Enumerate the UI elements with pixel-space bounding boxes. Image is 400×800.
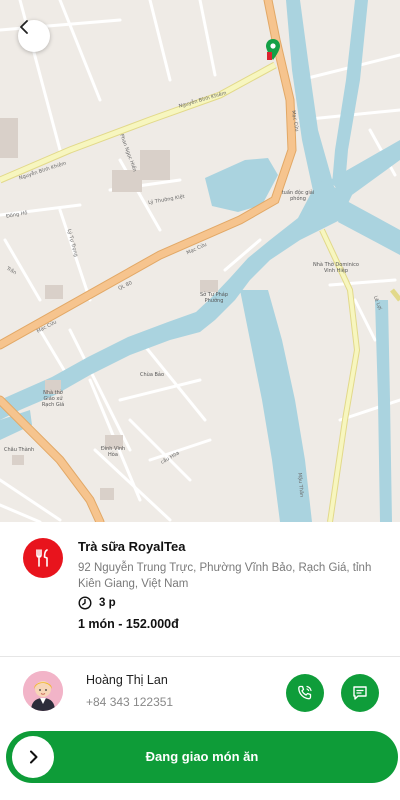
delivery-screen: Nguyễn Bỉnh Khiêm Nguyễn Bỉnh Khiêm Mạc … [0,0,400,800]
map-canvas [0,0,400,522]
slider-handle[interactable] [12,736,54,778]
eta-row: 3 p [78,596,116,610]
map-label-poi: tuấn độc giải phóng [281,190,315,202]
customer-name: Hoàng Thị Lan [86,673,168,687]
chat-icon [353,686,367,700]
eta-text: 3 p [99,597,116,609]
order-summary: 1 món - 152.000đ [78,617,179,631]
phone-call-icon [298,685,312,700]
map-label-poi: Nhà Thờ Dominico Vinh Hiệp [313,262,359,274]
delivery-map[interactable]: Nguyễn Bỉnh Khiêm Nguyễn Bỉnh Khiêm Mạc … [0,0,400,522]
restaurant-logo [23,538,63,578]
chevron-left-icon [20,20,28,34]
order-sheet: Trà sữa RoyalTea 92 Nguyễn Trung Trực, P… [0,522,400,800]
restaurant-name: Trà sữa RoyalTea [78,539,186,554]
map-label-poi: Đình Vĩnh Hòa [100,446,126,458]
delivery-status-label: Đang giao món ăn [145,749,259,764]
map-label-poi: Chùa Bảo [140,372,165,378]
customer-section: Hoàng Thị Lan +84 343 122351 [0,657,400,729]
restaurant-section: Trà sữa RoyalTea 92 Nguyễn Trung Trực, P… [0,522,400,656]
customer-phone: +84 343 122351 [86,695,174,709]
back-button[interactable] [18,20,50,52]
chat-button[interactable] [341,674,379,712]
fork-knife-icon [36,549,48,567]
map-label-poi: Nhà thờ Giáo xứ Rạch Giá [41,390,65,408]
delivery-status-slider[interactable]: Đang giao món ăn [6,731,398,783]
avatar [23,671,63,711]
chevron-right-icon [30,750,38,764]
map-label-poi: Châu Thành [4,447,35,453]
clock-icon [78,596,92,610]
restaurant-address: 92 Nguyễn Trung Trực, Phường Vĩnh Bảo, R… [78,562,372,590]
call-button[interactable] [286,674,324,712]
map-label-poi: Sở Tư Pháp Phường [199,292,229,304]
location-pin-icon [264,38,282,64]
